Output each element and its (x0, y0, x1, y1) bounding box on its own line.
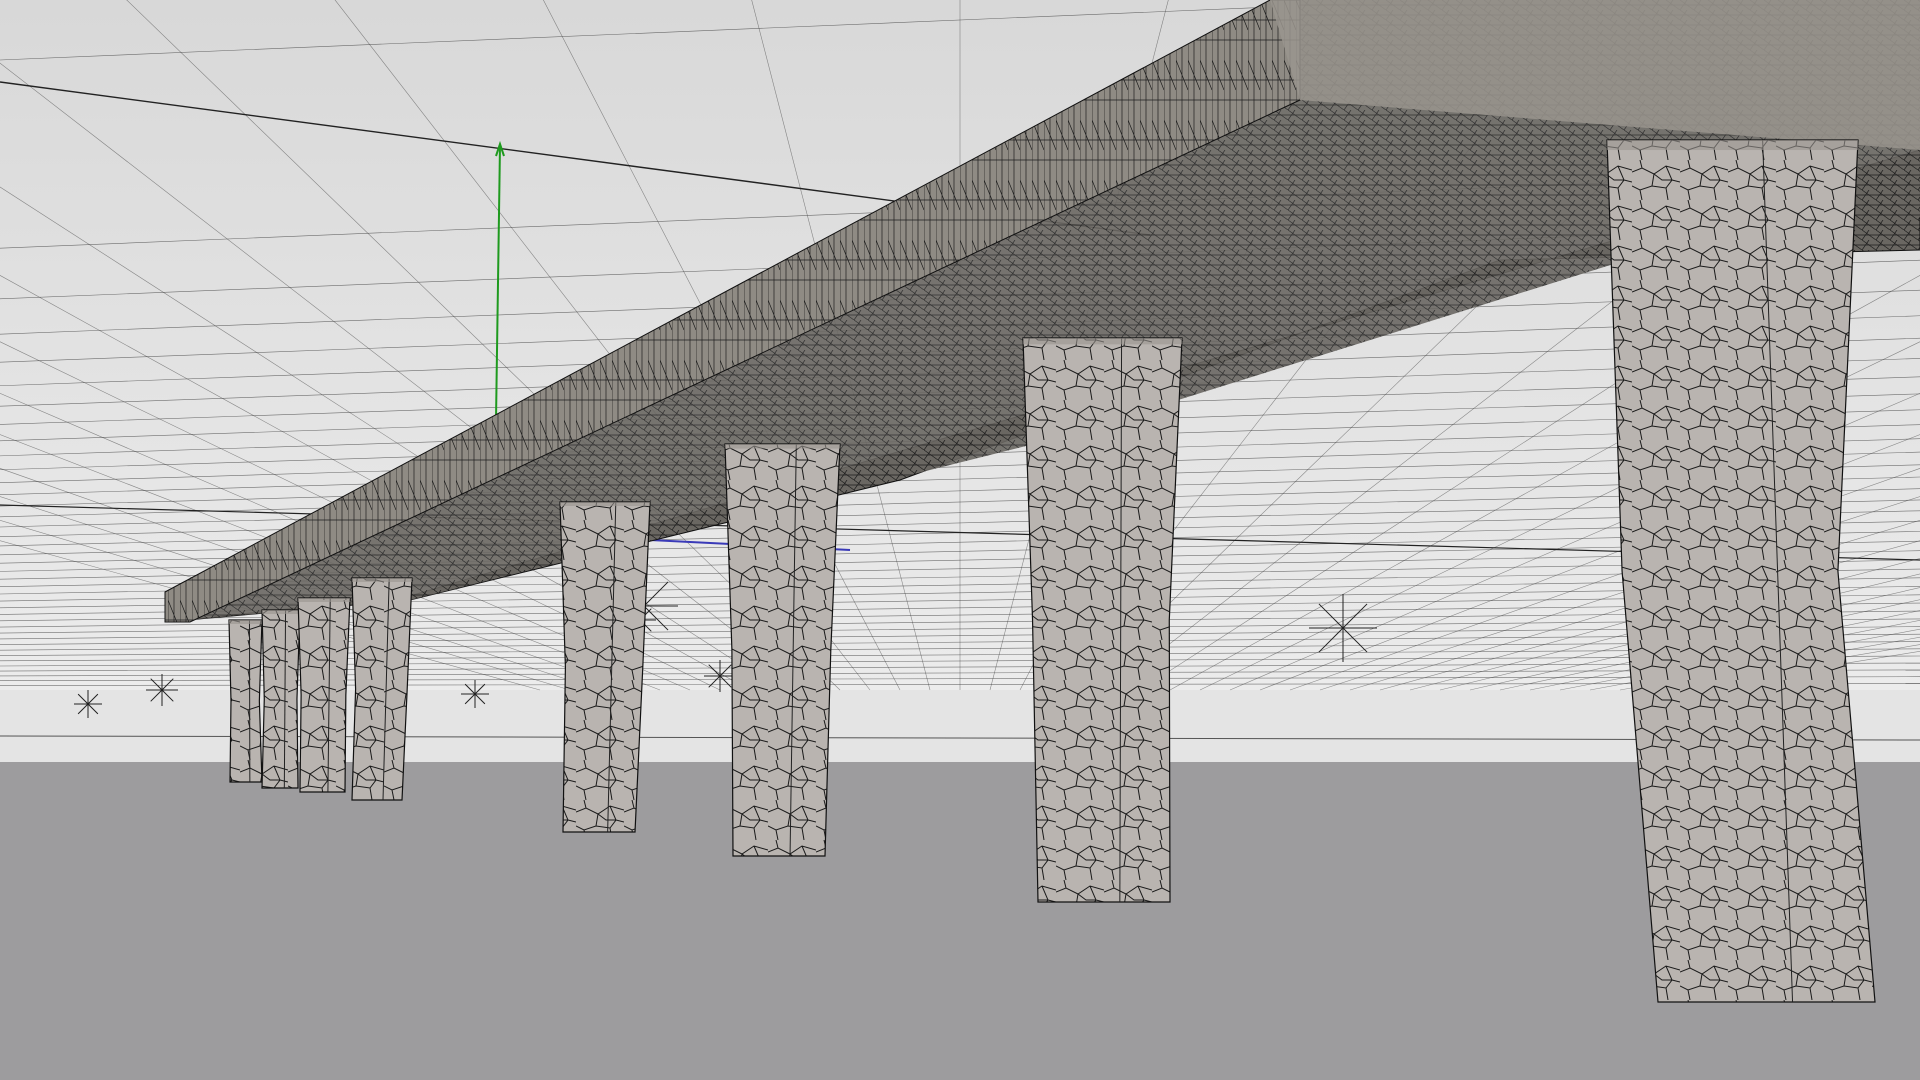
pillar-face (724, 443, 841, 857)
pillar-1[interactable] (228, 619, 263, 783)
light-marker[interactable] (74, 690, 102, 718)
pillar-face (559, 501, 651, 833)
pillar-face (351, 577, 413, 801)
light-marker[interactable] (1309, 594, 1377, 662)
pillar-cap (1607, 140, 1858, 151)
viewport-canvas[interactable] (0, 0, 1920, 1080)
light-marker[interactable] (146, 674, 178, 706)
light-marker[interactable] (461, 680, 489, 708)
3d-viewport[interactable] (0, 0, 1920, 1080)
light-marker[interactable] (704, 660, 736, 692)
pillar-2[interactable] (261, 609, 301, 789)
pillar-cap (725, 444, 840, 449)
pillar-cap (262, 610, 300, 614)
pillar-cap (229, 620, 262, 624)
pillar-cap (560, 502, 650, 506)
pillar-3[interactable] (297, 597, 351, 793)
pillar-7[interactable] (1022, 337, 1183, 903)
pillar-cap (298, 598, 350, 602)
pillar-face (261, 609, 301, 789)
pillar-face (297, 597, 351, 793)
pillar-face (228, 619, 263, 783)
ground-plane (0, 762, 1920, 1080)
pillar-6[interactable] (724, 443, 841, 857)
pillar-cap (352, 578, 412, 582)
pillar-cap (1023, 338, 1182, 345)
pillar-face (1022, 337, 1183, 903)
pillar-4[interactable] (351, 577, 413, 801)
pillar-8[interactable] (1606, 139, 1876, 1003)
pillar-5[interactable] (559, 501, 651, 833)
pillar-face (1606, 139, 1876, 1003)
